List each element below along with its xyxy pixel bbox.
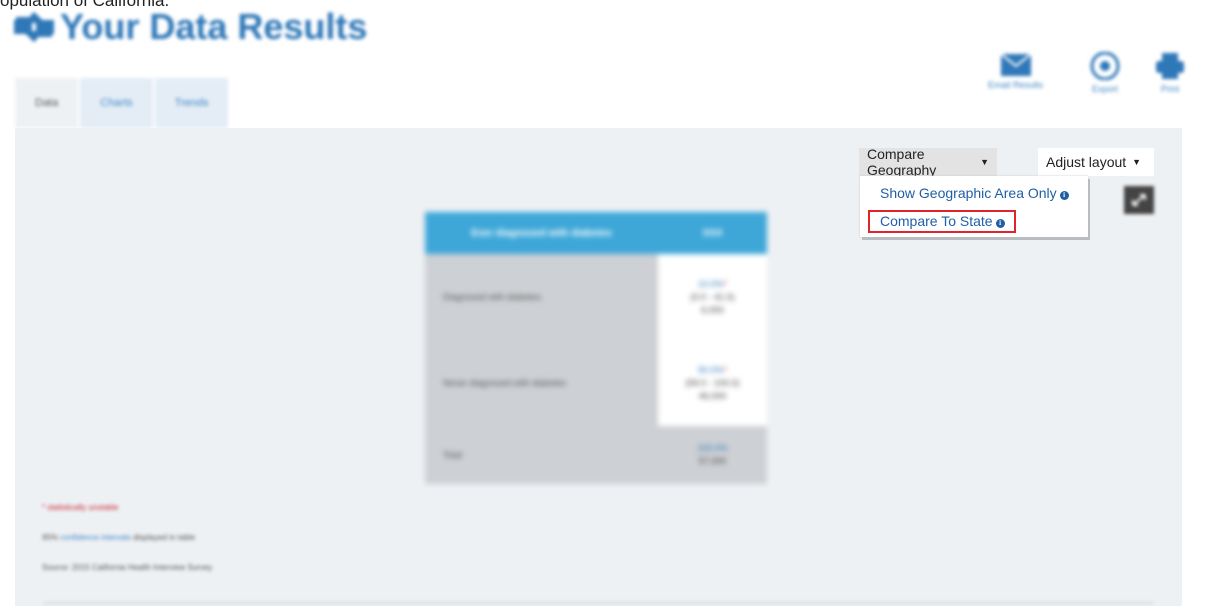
- email-results-label: Email Results: [988, 80, 1044, 90]
- adjust-layout-button[interactable]: Adjust layout ▼: [1038, 148, 1154, 176]
- menu-item-compare-to-state[interactable]: Compare To State i: [868, 210, 1016, 233]
- menu-item-label: Show Geographic Area Only: [880, 185, 1057, 201]
- table-header-category: Ever diagnosed with diabetes: [425, 212, 658, 254]
- row-percent[interactable]: 100.0%: [697, 443, 728, 453]
- row-label: Diagnosed with diabetes: [425, 254, 658, 340]
- row-value: 10.0%* (0.0 - 41.0) 6,000: [658, 254, 767, 340]
- row-value: 100.0% 57,000: [658, 426, 767, 484]
- compare-geography-menu: Show Geographic Area Only i Compare To St…: [860, 176, 1088, 237]
- export-button[interactable]: Export: [1090, 52, 1120, 94]
- tab-charts-label: Charts: [100, 97, 133, 109]
- tab-charts[interactable]: Charts: [80, 78, 153, 128]
- table-row-total: Total 100.0% 57,000: [425, 426, 767, 484]
- ci-footnote: 95% confidence intervals displayed in ta…: [42, 533, 195, 542]
- menu-item-label: Compare To State: [880, 213, 993, 229]
- table-row: Never diagnosed with diabetes 90.0%* (59…: [425, 340, 767, 426]
- adjust-layout-label: Adjust layout: [1046, 154, 1127, 170]
- row-ci: (0.0 - 41.0): [690, 291, 735, 302]
- unstable-marker: *: [723, 278, 728, 289]
- table-header-geography: XXX: [658, 212, 767, 254]
- row-count: 6,000: [701, 304, 724, 315]
- print-button[interactable]: Print: [1155, 52, 1185, 94]
- compare-geography-button[interactable]: Compare Geography ▼: [859, 146, 997, 178]
- confidence-intervals-link[interactable]: confidence intervals: [60, 533, 131, 542]
- ci-suffix: displayed in table: [133, 533, 196, 542]
- ci-prefix: 95%: [42, 533, 59, 542]
- menu-item-show-geographic-area-only[interactable]: Show Geographic Area Only i: [880, 185, 1069, 201]
- row-ci: (59.0 - 100.0): [685, 377, 740, 388]
- info-icon[interactable]: i: [995, 219, 1005, 228]
- chevron-down-icon: ▼: [1132, 157, 1142, 167]
- table-row: Diagnosed with diabetes 10.0%* (0.0 - 41…: [425, 254, 767, 340]
- envelope-icon: [1000, 53, 1031, 76]
- printer-icon: [1156, 53, 1184, 79]
- panel-divider: [43, 602, 1154, 604]
- results-table: Ever diagnosed with diabetes XXX Diagnos…: [425, 212, 767, 484]
- results-icon: [12, 10, 56, 44]
- expand-button[interactable]: [1124, 186, 1154, 214]
- info-icon[interactable]: i: [1059, 191, 1069, 200]
- row-percent[interactable]: 90.0%: [698, 365, 724, 375]
- row-count: 46,000: [698, 390, 727, 401]
- tab-data-label: Data: [35, 97, 59, 109]
- page-title-text: Your Data Results: [60, 6, 368, 47]
- unstable-marker: *: [723, 364, 728, 375]
- page-title: Your Data Results: [12, 6, 367, 48]
- tab-trends[interactable]: Trends: [154, 78, 229, 128]
- print-label: Print: [1160, 84, 1180, 94]
- row-label: Never diagnosed with diabetes: [425, 340, 658, 426]
- row-value: 90.0%* (59.0 - 100.0) 46,000: [658, 340, 767, 426]
- expand-icon: [1132, 194, 1146, 206]
- row-label: Total: [425, 426, 658, 484]
- compare-geography-label: Compare Geography: [867, 146, 937, 178]
- source-footnote: Source: 2015 California Health Interview…: [42, 563, 213, 572]
- chevron-down-icon: ▼: [980, 157, 989, 167]
- export-label: Export: [1091, 84, 1118, 94]
- tab-trends-label: Trends: [174, 97, 209, 109]
- result-tabs: Data Charts Trends: [15, 78, 230, 128]
- email-results-button[interactable]: Email Results: [988, 52, 1043, 90]
- tab-data[interactable]: Data: [15, 78, 79, 128]
- row-percent[interactable]: 10.0%: [698, 279, 724, 289]
- export-icon: [1090, 52, 1120, 80]
- unstable-footnote: * statistically unstable: [42, 503, 119, 512]
- row-count: 57,000: [698, 456, 727, 466]
